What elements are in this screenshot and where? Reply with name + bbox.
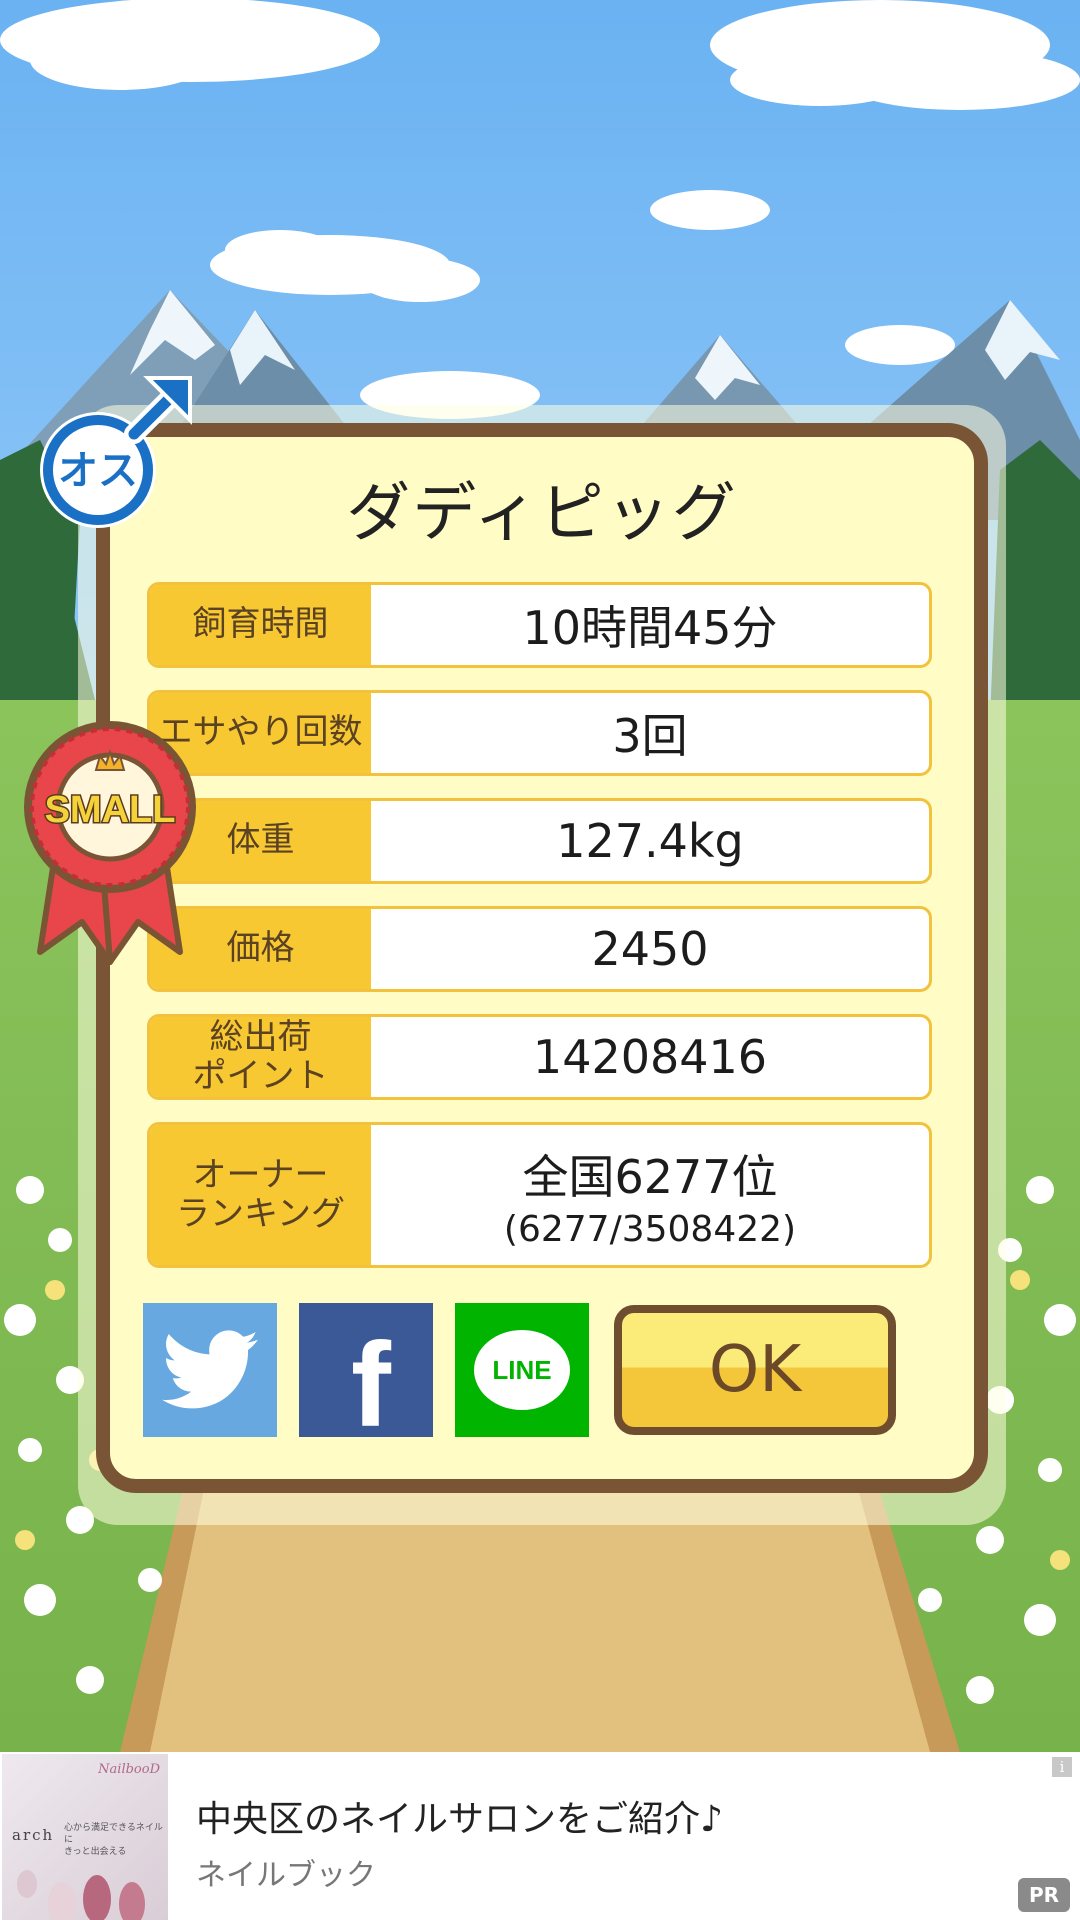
ribbon-label: SMALL — [45, 789, 176, 831]
stat-value: 14208416 — [532, 1030, 768, 1084]
stat-label: オーナー ランキング — [150, 1125, 371, 1265]
gender-label: オス — [58, 448, 138, 494]
stat-value: 127.4kg — [556, 814, 744, 868]
ad-pr-badge: PR — [1018, 1878, 1070, 1912]
stat-row-price: 価格 2450 — [147, 906, 932, 992]
ad-advertiser: ネイルブック — [196, 1858, 376, 1893]
crown-icon — [94, 748, 126, 771]
small-ribbon-badge: SMALL — [24, 721, 196, 965]
facebook-icon: f — [351, 1318, 391, 1452]
nail-hands-image — [17, 1870, 145, 1920]
twitter-icon — [162, 1330, 258, 1409]
twitter-share-button[interactable] — [143, 1303, 277, 1437]
stat-row-feed-count: エサやり回数 3回 — [147, 690, 932, 776]
ad-title[interactable]: 中央区のネイルサロンをご紹介♪ — [196, 1790, 723, 1842]
ok-button[interactable]: OK — [614, 1305, 896, 1435]
line-icon: LINE — [474, 1330, 570, 1410]
stat-row-weight: 体重 127.4kg — [147, 798, 932, 884]
stat-row-shipping-points: 総出荷 ポイント 14208416 — [147, 1014, 932, 1100]
ad-info-icon[interactable]: i — [1052, 1757, 1072, 1777]
male-symbol-icon — [124, 376, 192, 444]
ad-thumbnail[interactable]: NailbooD arch 心から満足できるネイルに きっと出会える — [2, 1754, 168, 1920]
stat-value: 3回 — [612, 709, 688, 763]
stat-value: 10時間45分 — [522, 601, 778, 655]
stat-label: 総出荷 ポイント — [150, 1017, 371, 1097]
stat-value: 全国6277位 (6277/3508422) — [371, 1125, 929, 1265]
ranking-detail: (6277/3508422) — [503, 1208, 797, 1250]
stat-row-owner-ranking: オーナー ランキング 全国6277位 (6277/3508422) — [147, 1122, 932, 1268]
ranking-main: 全国6277位 — [522, 1149, 778, 1204]
pig-name-title: ダディピッグ — [346, 477, 738, 551]
stat-value: 2450 — [591, 922, 709, 976]
stat-label: 飼育時間 — [150, 585, 371, 665]
game-screen: ダディピッグ 飼育時間 10時間45分 エサやり回数 3回 体重 127.4kg… — [0, 0, 1080, 1920]
facebook-share-button[interactable]: f — [299, 1303, 433, 1445]
male-badge: オス — [40, 376, 192, 528]
stat-row-raising-time: 飼育時間 10時間45分 — [147, 582, 932, 668]
line-share-button[interactable]: LINE — [455, 1303, 589, 1437]
